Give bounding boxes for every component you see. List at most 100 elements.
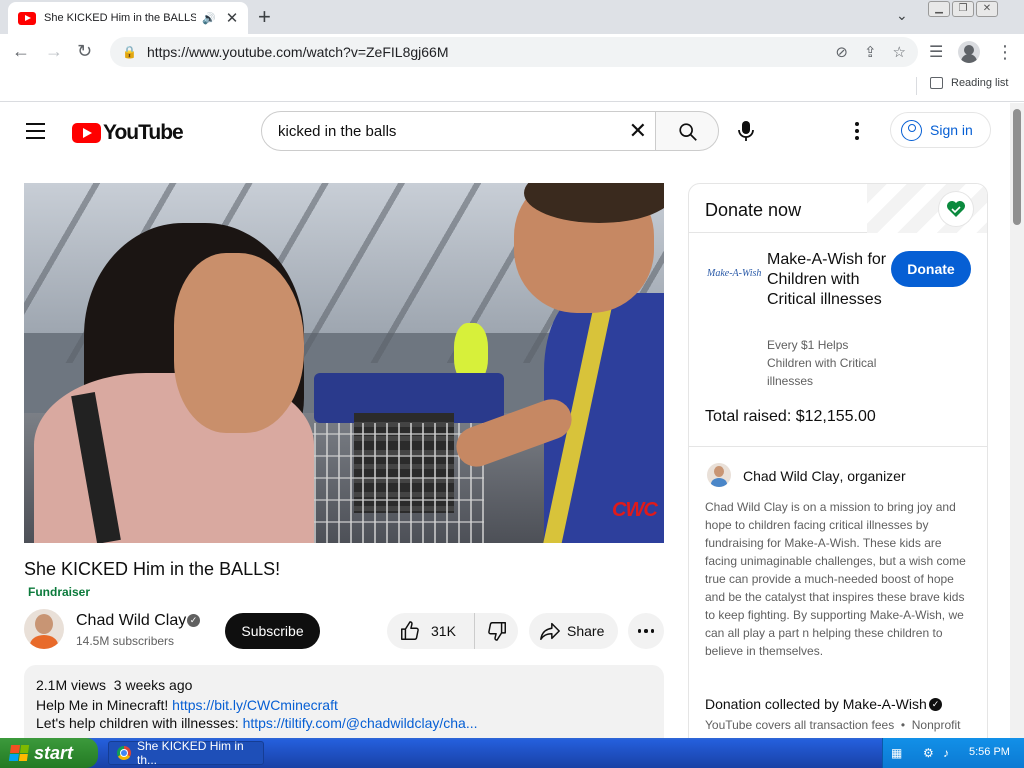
chevron-down-icon[interactable]: ⌄	[896, 7, 908, 24]
reading-list-icon	[930, 77, 943, 89]
fundraiser-panel: Donate now Make-A-Wish Make-A-Wish for C…	[688, 183, 988, 738]
system-tray: ▦ ⚙ ♪ 5:56 PM	[882, 738, 1024, 768]
description-link[interactable]: https://bit.ly/CWCminecraft	[172, 697, 338, 713]
fundraiser-tag[interactable]: Fundraiser	[28, 585, 90, 599]
start-button[interactable]: start	[0, 738, 98, 768]
microphone-icon[interactable]	[736, 120, 756, 142]
description-line: Help Me in Minecraft! https://bit.ly/CWC…	[36, 697, 652, 713]
browser-tab[interactable]: She KICKED Him in the BALLS! 🔊 ✕	[8, 2, 248, 34]
bookmarks-divider	[916, 77, 917, 95]
description-text: Help Me in Minecraft!	[36, 697, 173, 713]
total-raised: Total raised: $12,155.00	[705, 408, 876, 425]
bookmarks-bar: Reading list	[0, 70, 1024, 102]
youtube-logo-text: YouTube	[103, 121, 184, 144]
search-icon	[679, 123, 697, 141]
media-control-icon[interactable]: ☰	[929, 42, 943, 62]
youtube-logo[interactable]: YouTube	[72, 121, 184, 145]
description-line: Let's help children with illnesses: http…	[36, 715, 652, 731]
donate-now-heading: Donate now	[705, 200, 802, 220]
description-link[interactable]: https://tiltify.com/@chadwildclay/cha...	[243, 715, 478, 731]
speaker-icon[interactable]: 🔊	[202, 12, 216, 25]
settings-kebab-icon[interactable]	[855, 122, 859, 143]
organizer-name: Chad Wild Clay	[743, 468, 840, 484]
keyboard-icon[interactable]: ▦	[891, 746, 902, 760]
profile-avatar-icon[interactable]	[958, 41, 980, 63]
description-text: Let's help children with illnesses:	[36, 715, 243, 731]
close-icon[interactable]: ✕	[226, 9, 239, 27]
scrollbar-thumb[interactable]	[1013, 109, 1021, 225]
subscribe-button[interactable]: Subscribe	[225, 613, 320, 649]
restore-button[interactable]: ❐	[952, 1, 974, 17]
search-query: kicked in the balls	[278, 122, 397, 140]
sign-in-button[interactable]: Sign in	[890, 112, 991, 148]
window-close-button[interactable]: ✕	[976, 1, 998, 17]
clock[interactable]: 5:56 PM	[969, 746, 1010, 758]
video-title: She KICKED Him in the BALLS!	[24, 559, 281, 579]
volume-icon[interactable]: ♪	[943, 746, 949, 760]
omnibox-icons: ⊘ ⇪ ☆	[835, 43, 906, 61]
verified-check-icon: ✓	[187, 614, 200, 627]
plus-icon[interactable]: +	[258, 4, 271, 30]
menu-icon[interactable]	[26, 123, 45, 144]
donation-collected-by: Donation collected by Make-A-Wish	[705, 696, 927, 712]
like-button[interactable]: 31K	[387, 613, 475, 649]
account-icon	[901, 119, 922, 141]
youtube-page: YouTube kicked in the balls ✕ Sign in CW…	[0, 103, 1024, 738]
url-text: https://www.youtube.com/watch?v=ZeFIL8gj…	[146, 44, 449, 60]
search-input[interactable]: kicked in the balls ✕	[261, 111, 656, 151]
eye-slash-icon[interactable]: ⊘	[835, 43, 848, 61]
like-dislike-group: 31K	[387, 613, 518, 649]
video-watermark: CWC	[612, 499, 658, 521]
fundraiser-panel-header: Donate now	[689, 184, 987, 233]
transaction-fees-note: YouTube covers all transaction fees • No…	[705, 718, 961, 738]
tab-title: She KICKED Him in the BALLS!	[44, 12, 196, 24]
search-button[interactable]	[655, 111, 719, 151]
organizer-description: Chad Wild Clay is on a mission to bring …	[705, 500, 966, 658]
more-actions-button[interactable]	[628, 613, 664, 649]
reload-icon[interactable]: ↻	[77, 41, 92, 62]
channel-name[interactable]: Chad Wild Clay	[76, 612, 186, 630]
taskbar-window-title: She KICKED Him in th...	[137, 739, 244, 767]
reading-list-button[interactable]: Reading list	[930, 77, 1008, 89]
lock-icon[interactable]: 🔒	[122, 45, 137, 59]
clear-search-icon[interactable]: ✕	[629, 118, 647, 144]
reading-list-label: Reading list	[951, 77, 1009, 89]
address-bar[interactable]: 🔒 https://www.youtube.com/watch?v=ZeFIL8…	[110, 37, 918, 67]
video-description[interactable]: 2.1M views 3 weeks ago Help Me in Minecr…	[24, 665, 664, 738]
share-label: Share	[567, 623, 605, 639]
sign-in-label: Sign in	[930, 122, 973, 138]
charity-tagline: Every $1 Helps Children with Critical il…	[767, 338, 877, 388]
organizer-avatar	[707, 463, 731, 487]
video-scene-woman	[174, 253, 304, 433]
youtube-favicon-icon	[18, 11, 36, 25]
share-button[interactable]: Share	[529, 613, 618, 649]
windows-flag-icon	[8, 745, 30, 761]
window-controls: ▁ ❐ ✕	[928, 1, 998, 17]
dislike-button[interactable]	[475, 613, 518, 649]
subscriber-count: 14.5M subscribers	[76, 634, 175, 648]
page-scrollbar[interactable]	[1010, 103, 1024, 738]
taskbar-chrome-window[interactable]: She KICKED Him in th...	[108, 739, 264, 767]
donate-button[interactable]: Donate	[891, 251, 971, 287]
thumbs-up-icon	[401, 621, 419, 640]
channel-avatar[interactable]	[24, 609, 64, 649]
minimize-button[interactable]: ▁	[928, 1, 950, 17]
back-arrow-icon[interactable]: ←	[12, 41, 30, 62]
star-icon[interactable]: ☆	[893, 43, 906, 61]
forward-arrow-icon[interactable]: →	[45, 41, 63, 62]
verified-check-icon: ✓	[929, 698, 942, 711]
video-player[interactable]: CWC	[24, 183, 664, 543]
windows-taskbar: start She KICKED Him in th... ▦ ⚙ ♪ 5:56…	[0, 738, 1024, 768]
youtube-play-icon	[72, 123, 101, 143]
chrome-icon	[117, 746, 131, 760]
like-count: 31K	[431, 623, 456, 639]
browser-toolbar: ← → ↻ 🔒 https://www.youtube.com/watch?v=…	[0, 34, 1024, 70]
network-icon[interactable]: ⚙	[923, 746, 934, 760]
panel-divider	[689, 446, 987, 447]
share-icon[interactable]: ⇪	[864, 43, 877, 61]
organizer-suffix: , organizer	[839, 468, 906, 484]
thumbs-down-icon	[487, 622, 506, 641]
charity-name: Make-A-Wish for Children with Critical i…	[767, 251, 887, 308]
browser-tab-strip: She KICKED Him in the BALLS! 🔊 ✕ + ⌄ ▁ ❐…	[0, 0, 1024, 34]
chrome-menu-icon[interactable]: ⋮	[996, 42, 1014, 63]
